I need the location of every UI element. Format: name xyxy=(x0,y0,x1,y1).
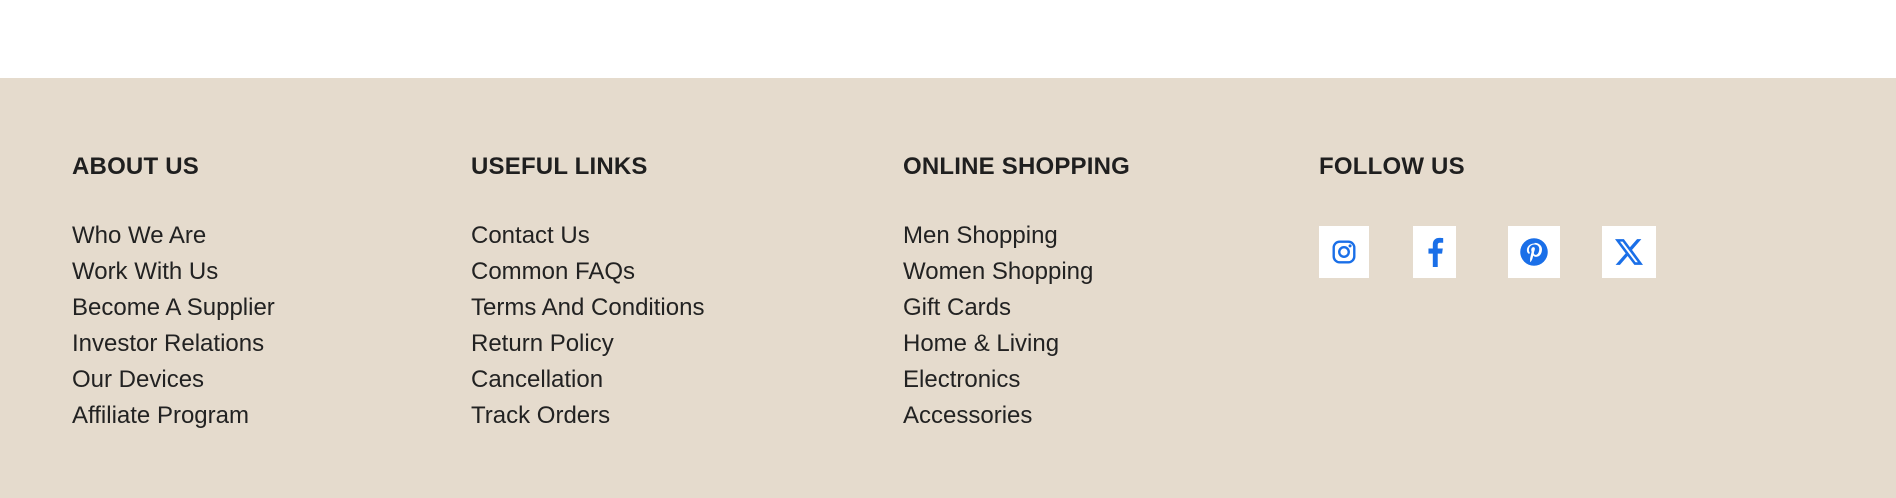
x-icon xyxy=(1615,239,1643,265)
electronics-link[interactable]: Electronics xyxy=(903,366,1020,393)
list-item: Gift Cards xyxy=(903,290,1130,326)
online-shopping-links: Men Shopping Women Shopping Gift Cards H… xyxy=(903,218,1130,434)
affiliate-program-link[interactable]: Affiliate Program xyxy=(72,402,249,429)
pinterest-button[interactable] xyxy=(1508,226,1560,278)
list-item: Common FAQs xyxy=(471,254,704,290)
who-we-are-link[interactable]: Who We Are xyxy=(72,222,206,249)
list-item: Men Shopping xyxy=(903,218,1130,254)
facebook-icon xyxy=(1427,237,1443,267)
useful-links-column: USEFUL LINKS Contact Us Common FAQs Term… xyxy=(471,150,704,434)
useful-links-list: Contact Us Common FAQs Terms And Conditi… xyxy=(471,218,704,434)
home-and-living-link[interactable]: Home & Living xyxy=(903,330,1059,357)
list-item: Return Policy xyxy=(471,326,704,362)
social-links xyxy=(1319,226,1656,278)
page-content-area xyxy=(0,0,1896,78)
work-with-us-link[interactable]: Work With Us xyxy=(72,258,218,285)
become-a-supplier-link[interactable]: Become A Supplier xyxy=(72,294,275,321)
list-item: Who We Are xyxy=(72,218,275,254)
list-item: Accessories xyxy=(903,398,1130,434)
terms-and-conditions-link[interactable]: Terms And Conditions xyxy=(471,294,704,321)
about-us-heading: ABOUT US xyxy=(72,153,199,180)
list-item: Home & Living xyxy=(903,326,1130,362)
instagram-icon xyxy=(1332,240,1356,264)
cancellation-link[interactable]: Cancellation xyxy=(471,366,603,393)
women-shopping-link[interactable]: Women Shopping xyxy=(903,258,1093,285)
facebook-button[interactable] xyxy=(1413,226,1456,278)
follow-us-heading: FOLLOW US xyxy=(1319,153,1465,180)
follow-us-column: FOLLOW US xyxy=(1319,150,1656,278)
list-item: Become A Supplier xyxy=(72,290,275,326)
list-item: Cancellation xyxy=(471,362,704,398)
track-orders-link[interactable]: Track Orders xyxy=(471,402,610,429)
common-faqs-link[interactable]: Common FAQs xyxy=(471,258,635,285)
accessories-link[interactable]: Accessories xyxy=(903,402,1032,429)
list-item: Women Shopping xyxy=(903,254,1130,290)
useful-links-heading: USEFUL LINKS xyxy=(471,153,648,180)
our-devices-link[interactable]: Our Devices xyxy=(72,366,204,393)
list-item: Contact Us xyxy=(471,218,704,254)
list-item: Electronics xyxy=(903,362,1130,398)
return-policy-link[interactable]: Return Policy xyxy=(471,330,614,357)
gift-cards-link[interactable]: Gift Cards xyxy=(903,294,1011,321)
contact-us-link[interactable]: Contact Us xyxy=(471,222,590,249)
x-button[interactable] xyxy=(1602,226,1656,278)
about-us-links: Who We Are Work With Us Become A Supplie… xyxy=(72,218,275,434)
list-item: Affiliate Program xyxy=(72,398,275,434)
online-shopping-column: ONLINE SHOPPING Men Shopping Women Shopp… xyxy=(903,150,1130,434)
instagram-button[interactable] xyxy=(1319,226,1369,278)
about-us-column: ABOUT US Who We Are Work With Us Become … xyxy=(72,150,275,434)
pinterest-icon xyxy=(1520,238,1548,266)
investor-relations-link[interactable]: Investor Relations xyxy=(72,330,264,357)
site-footer: ABOUT US Who We Are Work With Us Become … xyxy=(0,78,1896,498)
list-item: Track Orders xyxy=(471,398,704,434)
list-item: Terms And Conditions xyxy=(471,290,704,326)
online-shopping-heading: ONLINE SHOPPING xyxy=(903,153,1131,180)
list-item: Investor Relations xyxy=(72,326,275,362)
list-item: Work With Us xyxy=(72,254,275,290)
men-shopping-link[interactable]: Men Shopping xyxy=(903,222,1058,249)
list-item: Our Devices xyxy=(72,362,275,398)
